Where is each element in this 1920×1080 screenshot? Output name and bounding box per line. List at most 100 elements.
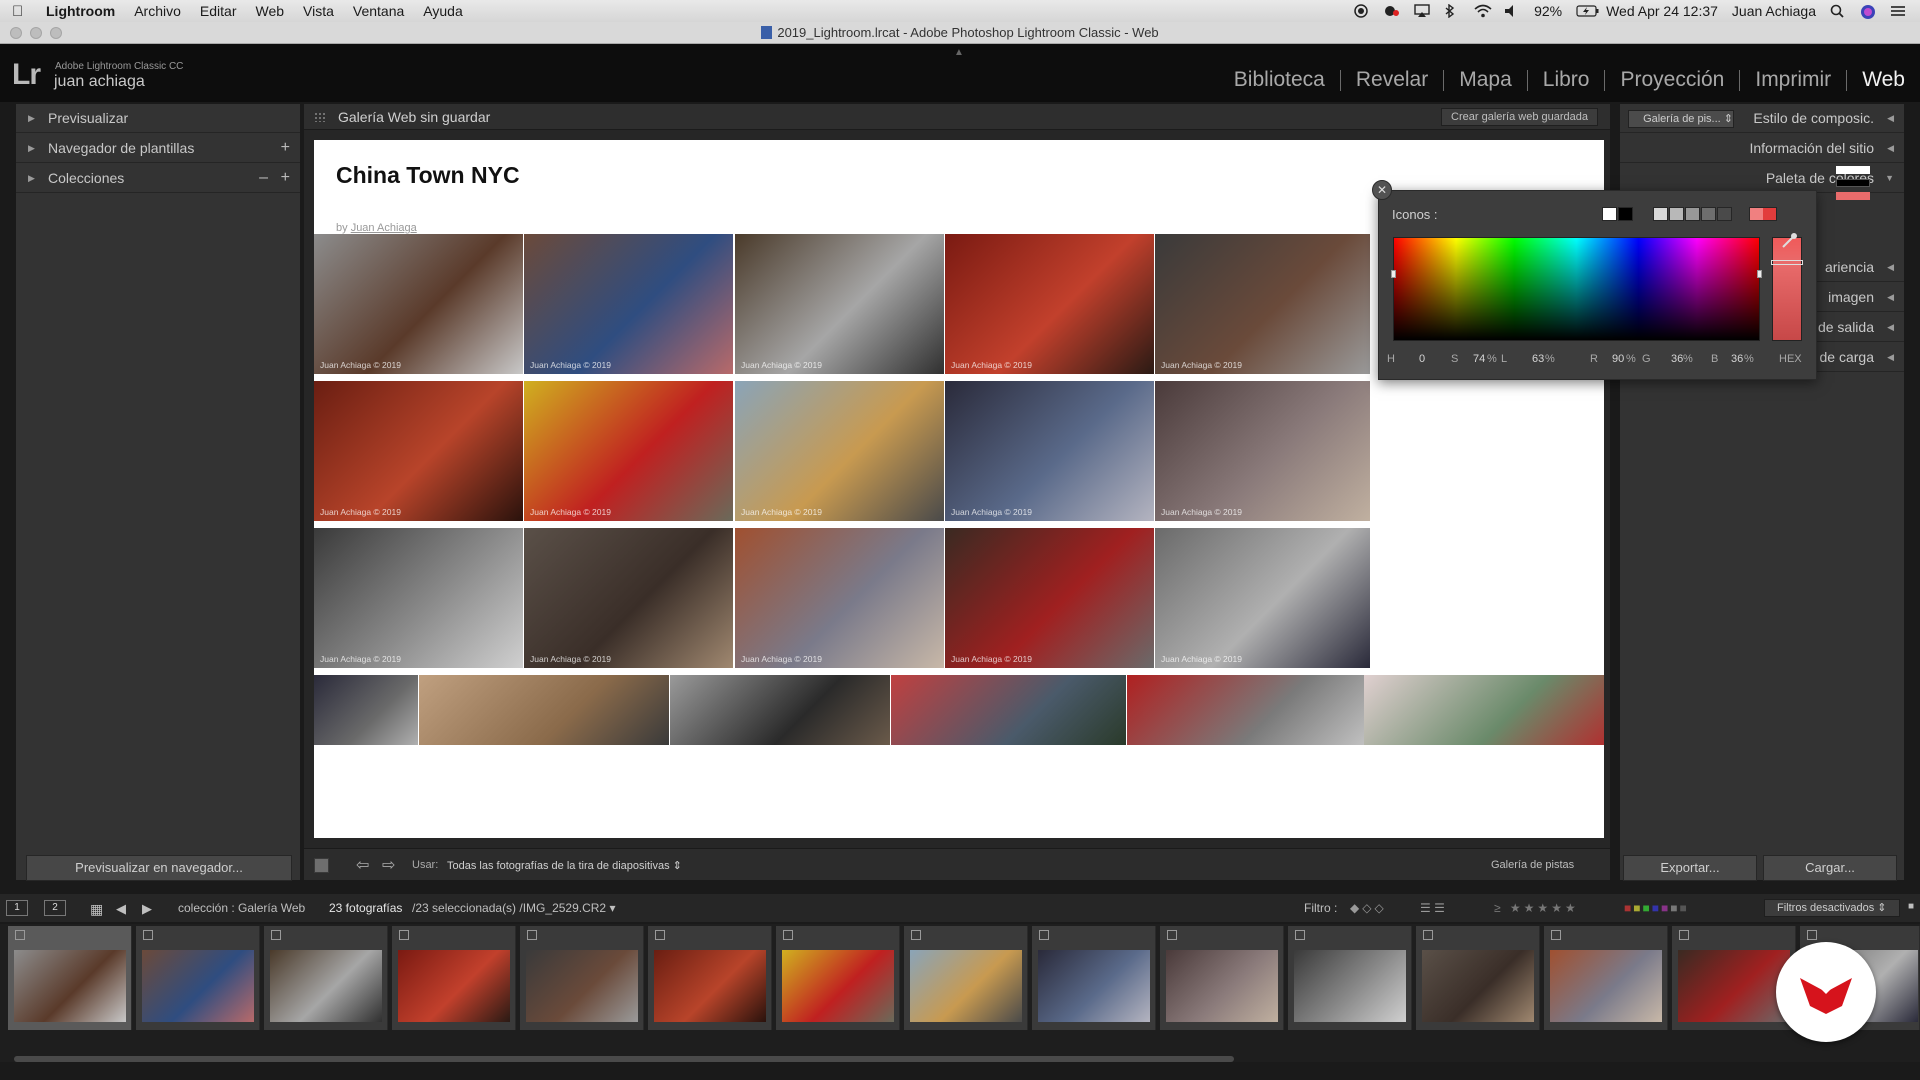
pick-flag-icon[interactable]	[1167, 930, 1177, 940]
spectrum-marker-left[interactable]	[1391, 270, 1396, 278]
filmstrip-thumbnail[interactable]	[136, 926, 260, 1030]
menu-app[interactable]: Lightroom	[46, 3, 115, 19]
gallery-photo-cell[interactable]: Juan Achiaga © 2019	[1155, 381, 1370, 521]
volume-icon[interactable]	[1504, 4, 1520, 18]
menu-vista[interactable]: Vista	[303, 3, 334, 19]
color-spectrum[interactable]	[1391, 237, 1762, 341]
s-value[interactable]: 74	[1473, 353, 1485, 365]
pick-flag-icon[interactable]	[1423, 930, 1433, 940]
r-value[interactable]: 90	[1612, 353, 1624, 365]
hex-label[interactable]: HEX	[1779, 353, 1802, 365]
pick-flag-icon[interactable]	[527, 930, 537, 940]
siri-icon[interactable]	[1860, 4, 1876, 19]
module-web[interactable]: Web	[1847, 68, 1920, 92]
notification-center-icon[interactable]	[1890, 4, 1906, 18]
filter-preset-select[interactable]: Filtros desactivados ⇕	[1764, 899, 1900, 917]
filmstrip-thumbnail[interactable]	[1416, 926, 1540, 1030]
section-informacion-sitio[interactable]: Información del sitio ◀	[1620, 134, 1904, 163]
panel-toggle-top-icon[interactable]: ▲	[954, 47, 964, 58]
edit-filter-icons[interactable]: ☰ ☰	[1420, 901, 1445, 915]
pick-flag-icon[interactable]	[1295, 930, 1305, 940]
rating-filter-stars[interactable]: ≥ ★★★★★	[1494, 901, 1579, 915]
gallery-photo-cell[interactable]: Juan Achiaga © 2019	[945, 381, 1154, 521]
module-libro[interactable]: Libro	[1528, 68, 1605, 92]
preset-white-swatch[interactable]	[1602, 207, 1617, 221]
use-source-select[interactable]: Todas las fotografías de la tira de diap…	[447, 859, 682, 872]
remove-collection-icon[interactable]: –	[259, 169, 268, 187]
grid-view-icon[interactable]: ▦	[90, 901, 103, 918]
gallery-photo-cell[interactable]: Juan Achiaga © 2019	[945, 528, 1154, 668]
filmstrip-thumbnail[interactable]	[904, 926, 1028, 1030]
pick-flag-icon[interactable]	[143, 930, 153, 940]
g-value[interactable]: 36	[1671, 353, 1683, 365]
filmstrip-thumbnail[interactable]	[8, 926, 132, 1030]
module-biblioteca[interactable]: Biblioteca	[1219, 68, 1340, 92]
gallery-photo-cell[interactable]: Juan Achiaga © 2019	[1155, 528, 1370, 668]
swatch-red[interactable]	[1836, 192, 1870, 200]
preset-gray5-swatch[interactable]	[1717, 207, 1732, 221]
menu-archivo[interactable]: Archivo	[134, 3, 181, 19]
gallery-photo-cell[interactable]: Juan Achiaga © 2019	[945, 234, 1154, 374]
gallery-photo-cell[interactable]: Juan Achiaga © 2019	[314, 528, 523, 668]
template-select[interactable]: Galería de pis... ⇕	[1628, 110, 1734, 128]
record-icon[interactable]	[1354, 4, 1370, 18]
spotlight-search-icon[interactable]	[1830, 4, 1846, 18]
module-revelar[interactable]: Revelar	[1341, 68, 1443, 92]
close-picker-button[interactable]: ✕	[1372, 180, 1392, 200]
filmstrip-thumbnail[interactable]	[392, 926, 516, 1030]
close-window-button[interactable]	[10, 27, 22, 39]
pick-flag-icon[interactable]	[783, 930, 793, 940]
apple-icon[interactable]: 	[12, 3, 28, 20]
bluetooth-icon[interactable]	[1444, 3, 1460, 19]
swatch-black[interactable]	[1836, 179, 1870, 187]
gallery-photo-cell[interactable]	[1364, 675, 1604, 745]
zoom-window-button[interactable]	[50, 27, 62, 39]
preset-black-swatch[interactable]	[1618, 207, 1633, 221]
upload-button[interactable]: Cargar...	[1763, 855, 1897, 881]
primary-window-button[interactable]: 1	[6, 900, 28, 916]
user-name[interactable]: Juan Achiaga	[1732, 3, 1816, 19]
section-previsualizar[interactable]: ▶ Previsualizar	[16, 104, 300, 133]
gallery-photo-cell[interactable]: Juan Achiaga © 2019	[524, 528, 733, 668]
add-template-icon[interactable]: +	[281, 139, 290, 157]
section-colecciones[interactable]: ▶ Colecciones – +	[16, 164, 300, 193]
flag-filter-icons[interactable]: ◆◇◇	[1350, 901, 1387, 915]
module-mapa[interactable]: Mapa	[1444, 68, 1527, 92]
filmstrip-thumbnail[interactable]	[776, 926, 900, 1030]
add-collection-icon[interactable]: +	[281, 169, 290, 187]
preview-in-browser-button[interactable]: Previsualizar en navegador...	[26, 855, 292, 881]
selection-info[interactable]: /23 seleccionada(s) /IMG_2529.CR2 ▾	[412, 901, 615, 915]
gallery-photo-cell[interactable]: Juan Achiaga © 2019	[735, 381, 944, 521]
menu-editar[interactable]: Editar	[200, 3, 237, 19]
b-value[interactable]: 36	[1731, 353, 1743, 365]
gallery-photo-cell[interactable]: Juan Achiaga © 2019	[735, 234, 944, 374]
clock-text[interactable]: Wed Apr 24 12:37	[1606, 3, 1718, 19]
next-arrow-icon[interactable]: ⇨	[382, 855, 395, 875]
pick-flag-icon[interactable]	[271, 930, 281, 940]
create-saved-gallery-button[interactable]: Crear galería web guardada	[1441, 108, 1598, 126]
filmstrip-thumbnail[interactable]	[264, 926, 388, 1030]
pick-flag-icon[interactable]	[1807, 930, 1817, 940]
forward-arrow-icon[interactable]: ▶	[142, 901, 152, 917]
preset-gray4-swatch[interactable]	[1701, 207, 1716, 221]
gallery-photo-cell[interactable]: Juan Achiaga © 2019	[524, 381, 733, 521]
export-button[interactable]: Exportar...	[1623, 855, 1757, 881]
menu-ventana[interactable]: Ventana	[353, 3, 404, 19]
filmstrip-scrollbar[interactable]	[14, 1056, 1234, 1062]
menu-ayuda[interactable]: Ayuda	[423, 3, 462, 19]
battery-icon[interactable]	[1576, 4, 1599, 18]
section-navegador-plantillas[interactable]: ▶ Navegador de plantillas +	[16, 134, 300, 163]
l-value[interactable]: 63	[1532, 353, 1544, 365]
filmstrip-thumbnail[interactable]	[1032, 926, 1156, 1030]
source-breadcrumb[interactable]: colección : Galería Web	[178, 901, 305, 915]
lightness-slider-handle[interactable]	[1771, 260, 1803, 265]
gallery-photo-cell[interactable]: Juan Achiaga © 2019	[314, 381, 523, 521]
gallery-photo-cell[interactable]	[670, 675, 890, 745]
airplay-icon[interactable]	[1414, 4, 1430, 18]
pick-flag-icon[interactable]	[1679, 930, 1689, 940]
menu-web[interactable]: Web	[255, 3, 284, 19]
filmstrip-thumbnail[interactable]	[1288, 926, 1412, 1030]
previous-arrow-icon[interactable]: ⇦	[356, 855, 369, 875]
gallery-photo-cell[interactable]: Juan Achiaga © 2019	[524, 234, 733, 374]
gallery-photo-cell[interactable]	[314, 675, 418, 745]
